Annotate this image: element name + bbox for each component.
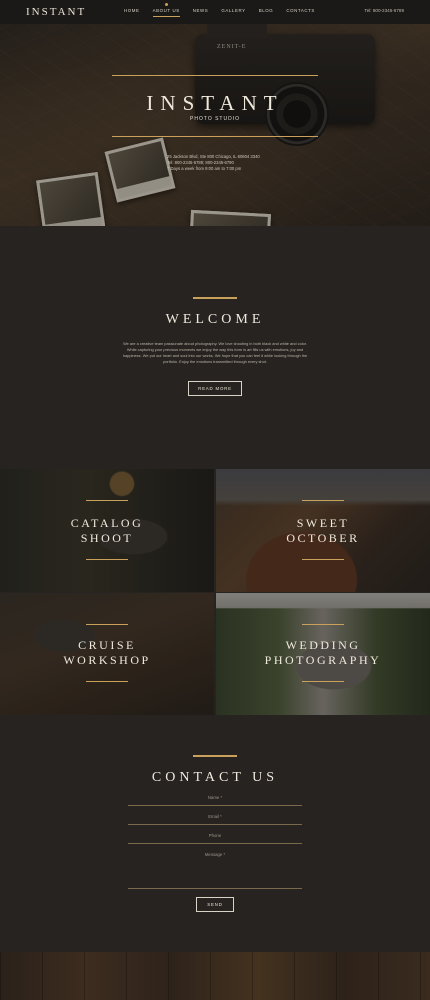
gallery-caption-line2: PHOTOGRAPHY xyxy=(264,653,382,667)
gallery-divider-top xyxy=(86,624,128,625)
hero-divider-top xyxy=(112,75,318,76)
name-field-placeholder: Name * xyxy=(207,795,223,800)
nav-item-gallery[interactable]: Gallery xyxy=(221,8,245,13)
gallery-caption-line1: CRUISE xyxy=(78,638,136,652)
welcome-divider xyxy=(193,297,237,299)
gallery-tile-sweet-october[interactable]: SWEET OCTOBER xyxy=(216,469,430,592)
gallery-tile-wedding-photography[interactable]: WEDDING PHOTOGRAPHY xyxy=(216,593,430,715)
message-field[interactable]: Message * xyxy=(128,852,302,889)
gallery-caption-line1: SWEET xyxy=(296,516,350,530)
read-more-button[interactable]: Read more xyxy=(188,381,242,396)
phone-field-placeholder: Phone xyxy=(208,833,222,838)
email-field-placeholder: Email * xyxy=(208,814,222,819)
main-menu: Home About us News Gallery Blog Contacts xyxy=(124,3,328,17)
header-phone[interactable]: Tel: 800-2345-6789 xyxy=(364,8,404,13)
gallery-divider-bottom xyxy=(86,681,128,682)
name-field[interactable]: Name * xyxy=(128,795,302,806)
hero-title: INSTANT xyxy=(146,91,284,115)
gallery-caption-line1: CATALOG xyxy=(70,516,144,530)
email-field[interactable]: Email * xyxy=(128,814,302,825)
gallery-divider-bottom xyxy=(302,559,344,560)
gallery-divider-top xyxy=(86,500,128,501)
contact-divider xyxy=(193,755,237,757)
welcome-title: WELCOME xyxy=(165,312,265,327)
gallery-divider-bottom xyxy=(86,559,128,560)
nav-item-blog[interactable]: Blog xyxy=(259,8,274,13)
contact-section: CONTACT US Name * Email * Phone Message … xyxy=(0,715,430,952)
hero-section: ZENIT-E INSTANT PHOTO STUDIO 25 Jackson … xyxy=(0,24,430,226)
gallery-tile-cruise-workshop[interactable]: CRUISE WORKSHOP xyxy=(0,593,214,715)
nav-item-home[interactable]: Home xyxy=(124,8,140,13)
hero-divider-bottom xyxy=(112,136,318,137)
top-navbar: INSTANT Home About us News Gallery Blog … xyxy=(0,0,430,24)
hero-subtitle: PHOTO STUDIO xyxy=(190,116,240,122)
footer-wood-banner xyxy=(0,952,430,1000)
nav-item-about-us[interactable]: About us xyxy=(152,3,180,17)
message-field-placeholder: Message * xyxy=(204,852,226,857)
hero-hours: 7 Days a week from 9:00 am to 7:00 pm xyxy=(167,166,242,171)
gallery-divider-top xyxy=(302,500,344,501)
gallery-caption-line2: WORKSHOP xyxy=(63,653,151,667)
gallery-divider-top xyxy=(302,624,344,625)
gallery-divider-bottom xyxy=(302,681,344,682)
gallery-caption-line2: SHOOT xyxy=(80,531,134,545)
nav-item-news[interactable]: News xyxy=(193,8,209,13)
gallery-tile-catalog-shoot[interactable]: CATALOG SHOOT xyxy=(0,469,214,592)
gallery-caption-line1: WEDDING xyxy=(285,638,361,652)
contact-title: CONTACT US xyxy=(151,770,279,785)
nav-item-contacts[interactable]: Contacts xyxy=(286,8,315,13)
phone-field[interactable]: Phone xyxy=(128,833,302,844)
hero-contact-info: 25 Jackson Blvd, Ste 800 Chicago, IL 606… xyxy=(167,154,277,172)
gallery-grid: CATALOG SHOOT SWEET OCTOBER CRUISE WORKS… xyxy=(0,469,430,715)
gallery-caption-line2: OCTOBER xyxy=(286,531,360,545)
hero-overlay xyxy=(0,24,430,226)
site-logo[interactable]: INSTANT xyxy=(26,6,86,18)
send-button[interactable]: Send xyxy=(196,897,234,912)
wood-texture xyxy=(0,952,430,1000)
welcome-section: WELCOME We are a creative team passionat… xyxy=(0,226,430,469)
welcome-text: We are a creative team passionate about … xyxy=(122,341,308,364)
